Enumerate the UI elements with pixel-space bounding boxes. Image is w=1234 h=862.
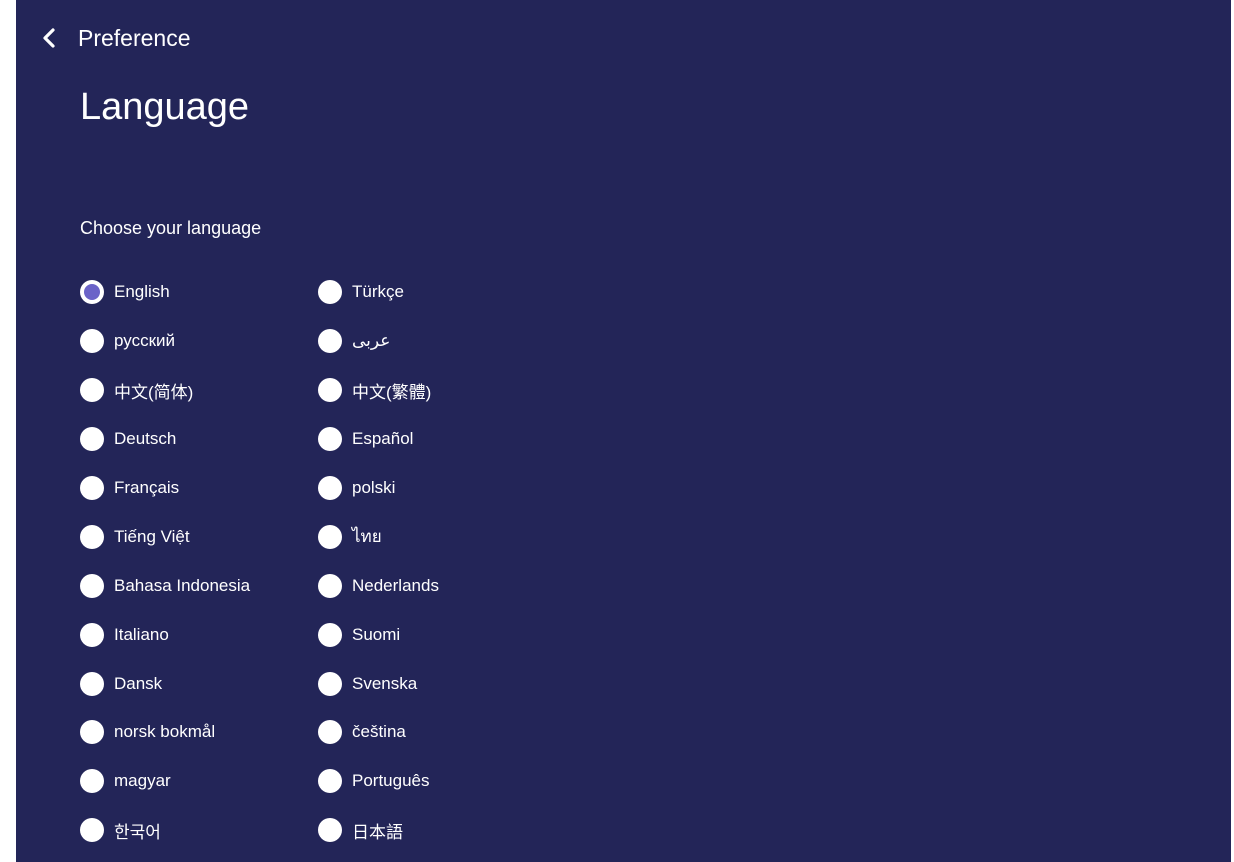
language-label: Tiếng Việt bbox=[114, 526, 190, 546]
language-option[interactable]: Español bbox=[318, 415, 556, 464]
back-button[interactable]: Preference bbox=[38, 18, 191, 58]
radio-unselected-icon[interactable] bbox=[80, 476, 104, 500]
radio-unselected-icon[interactable] bbox=[80, 671, 104, 696]
radio-unselected-icon[interactable] bbox=[80, 818, 104, 843]
radio-unselected-icon[interactable] bbox=[80, 720, 104, 745]
language-option[interactable]: 中文(繁體) bbox=[318, 366, 556, 415]
language-list: English Türkçe русский عربى 中文(简体) 中文(繁體) Deut… bbox=[80, 268, 556, 855]
language-option[interactable]: čeština bbox=[318, 708, 556, 757]
radio-unselected-icon[interactable] bbox=[318, 671, 342, 696]
language-label: Bahasa Indonesia bbox=[114, 575, 251, 595]
language-label: русский bbox=[114, 331, 176, 351]
language-option[interactable]: English bbox=[80, 268, 318, 317]
radio-unselected-icon[interactable] bbox=[318, 280, 342, 305]
radio-selected-icon[interactable] bbox=[80, 280, 104, 305]
language-option[interactable]: عربى bbox=[318, 317, 556, 366]
language-label: 中文(繁體) bbox=[352, 382, 432, 402]
language-label: English bbox=[114, 282, 170, 302]
language-option[interactable]: 한국어 bbox=[80, 806, 318, 855]
language-label: 日本語 bbox=[352, 822, 403, 842]
radio-unselected-icon[interactable] bbox=[318, 573, 342, 598]
language-label: norsk bokmål bbox=[114, 722, 216, 742]
radio-unselected-icon[interactable] bbox=[318, 329, 342, 354]
language-option[interactable]: Svenska bbox=[318, 659, 556, 708]
radio-unselected-icon[interactable] bbox=[80, 622, 104, 647]
language-option[interactable]: polski bbox=[318, 464, 556, 513]
radio-unselected-icon[interactable] bbox=[318, 378, 342, 403]
language-settings-screen: Preference Language Choose your language… bbox=[16, 0, 1231, 862]
language-label: magyar bbox=[114, 771, 171, 791]
language-option[interactable]: Italiano bbox=[80, 610, 318, 659]
language-label: Italiano bbox=[114, 624, 169, 644]
language-option[interactable]: norsk bokmål bbox=[80, 708, 318, 757]
radio-unselected-icon[interactable] bbox=[318, 524, 342, 549]
back-label: Preference bbox=[78, 24, 191, 51]
language-label: Türkçe bbox=[352, 282, 404, 302]
language-option[interactable]: Deutsch bbox=[80, 415, 318, 464]
radio-unselected-icon[interactable] bbox=[80, 769, 104, 794]
language-option[interactable]: Bahasa Indonesia bbox=[80, 561, 318, 610]
radio-unselected-icon[interactable] bbox=[318, 476, 342, 500]
chevron-left-icon bbox=[38, 26, 62, 50]
language-option[interactable]: Português bbox=[318, 757, 556, 806]
language-option[interactable]: Suomi bbox=[318, 610, 556, 659]
language-label: Svenska bbox=[352, 673, 418, 693]
language-option[interactable]: 中文(简体) bbox=[80, 366, 318, 415]
radio-unselected-icon[interactable] bbox=[80, 524, 104, 549]
language-option[interactable]: Français bbox=[80, 464, 318, 513]
radio-unselected-icon[interactable] bbox=[318, 769, 342, 794]
radio-unselected-icon[interactable] bbox=[318, 622, 342, 647]
language-option[interactable]: Dansk bbox=[80, 659, 318, 708]
radio-unselected-icon[interactable] bbox=[318, 818, 342, 843]
language-label: 中文(简体) bbox=[114, 382, 194, 402]
language-label: čeština bbox=[352, 722, 406, 742]
language-option[interactable]: 日本語 bbox=[318, 806, 556, 855]
language-option[interactable]: Nederlands bbox=[318, 561, 556, 610]
language-option[interactable]: русский bbox=[80, 317, 318, 366]
section-label: Choose your language bbox=[80, 218, 262, 238]
language-label: Deutsch bbox=[114, 429, 177, 449]
language-label: Dansk bbox=[114, 673, 163, 693]
language-label: Nederlands bbox=[352, 575, 439, 595]
radio-unselected-icon[interactable] bbox=[318, 427, 342, 452]
radio-unselected-icon[interactable] bbox=[80, 427, 104, 452]
language-option[interactable]: Türkçe bbox=[318, 268, 556, 317]
radio-unselected-icon[interactable] bbox=[80, 573, 104, 598]
language-label: Português bbox=[352, 771, 430, 791]
radio-unselected-icon[interactable] bbox=[80, 378, 104, 403]
language-option[interactable]: ไทย bbox=[318, 512, 556, 561]
language-label: Suomi bbox=[352, 624, 401, 644]
radio-unselected-icon[interactable] bbox=[80, 329, 104, 354]
radio-unselected-icon[interactable] bbox=[318, 720, 342, 745]
language-label: polski bbox=[352, 478, 396, 497]
language-option[interactable]: magyar bbox=[80, 757, 318, 806]
language-label: Español bbox=[352, 429, 414, 449]
language-option[interactable]: Tiếng Việt bbox=[80, 512, 318, 561]
language-label: ไทย bbox=[352, 527, 382, 547]
language-label: 한국어 bbox=[114, 822, 161, 842]
page-title: Language bbox=[80, 86, 250, 128]
language-label: Français bbox=[114, 478, 180, 497]
language-label: عربى bbox=[352, 331, 391, 351]
